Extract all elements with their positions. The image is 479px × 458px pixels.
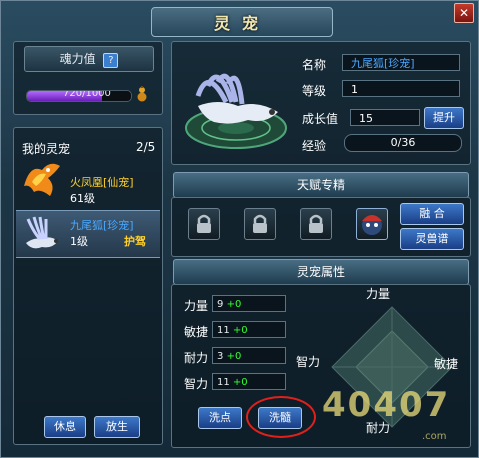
soul-header: 魂力值 ? (24, 46, 154, 72)
pet-level: 1级 (70, 235, 88, 248)
highlight-circle (246, 396, 316, 438)
attributes-panel: 力量 9 +0 敏捷 11 +0 耐力 3 +0 智力 11 +0 洗点 洗髓 (171, 284, 471, 448)
pet-list-count: 2/5 (136, 140, 156, 154)
stat-bonus: +0 (226, 299, 242, 310)
stat-bonus: +0 (232, 325, 248, 336)
talent-slot-3[interactable] (300, 208, 332, 240)
exp-label: 经验 (302, 139, 327, 153)
pet-portrait (178, 46, 294, 158)
growth-value: 15 (350, 109, 420, 126)
stat-bonus: +0 (226, 351, 242, 362)
release-button[interactable]: 放生 (94, 416, 140, 438)
radar-label-right: 敏捷 (434, 357, 459, 371)
stat-value: 11 (217, 377, 230, 388)
window-title: 灵宠 (151, 7, 333, 37)
soul-panel: 魂力值 ? 720/1000 (13, 41, 163, 115)
talent-header: 天赋专精 (173, 172, 469, 198)
rest-button[interactable]: 休息 (44, 416, 86, 438)
fox-avatar-icon (20, 213, 64, 253)
exp-value: 0/36 (390, 136, 416, 149)
phoenix-avatar-icon (20, 156, 64, 200)
watermark-text: 40407 (322, 385, 451, 425)
radar-label-top: 力量 (366, 287, 391, 301)
wash-points-button[interactable]: 洗点 (198, 407, 242, 429)
pet-info-panel: 名称 九尾狐[珍宠] 等级 1 成长值 15 提升 经验 0/36 (171, 41, 471, 165)
stat-strength: 9 +0 (212, 295, 286, 312)
exp-bar: 0/36 (344, 134, 462, 152)
lock-icon (197, 214, 211, 233)
stat-value: 3 (217, 351, 224, 362)
stat-value: 9 (217, 299, 224, 310)
soul-label: 魂力值 (59, 52, 96, 66)
stat-label-intellect: 智力 (184, 377, 209, 391)
pet-name: 火凤凰[仙宠] (70, 176, 134, 189)
soul-value: 720/1000 (63, 90, 111, 99)
watermark-suffix: .com (422, 431, 447, 442)
stat-value: 11 (217, 325, 230, 336)
upgrade-button[interactable]: 提升 (424, 107, 464, 129)
list-item[interactable]: 火凤凰[仙宠] 61级 (16, 154, 160, 205)
close-button[interactable]: ✕ (454, 3, 474, 23)
pet-name: 九尾狐[珍宠] (70, 219, 134, 232)
stat-label-agility: 敏捷 (184, 325, 209, 339)
talent-panel: 融 合 灵兽谱 (171, 197, 471, 257)
level-value: 1 (342, 80, 460, 97)
help-icon[interactable]: ? (103, 53, 119, 68)
gourd-icon[interactable] (136, 86, 148, 102)
growth-label: 成长值 (302, 112, 339, 126)
lock-icon (309, 214, 323, 233)
watermark: 40407 (322, 385, 450, 425)
talent-slot-1[interactable] (188, 208, 220, 240)
guard-badge: 护驾 (124, 235, 146, 248)
fuse-button[interactable]: 融 合 (400, 203, 464, 225)
talent-slot-2[interactable] (244, 208, 276, 240)
name-label: 名称 (302, 58, 327, 72)
stat-label-stamina: 耐力 (184, 351, 209, 365)
stat-stamina: 3 +0 (212, 347, 286, 364)
pet-window: 灵宠 ✕ 魂力值 ? 720/1000 我的灵宠 2/5 火凤凰[仙宠] 61级… (0, 0, 479, 458)
stat-bonus: +0 (232, 377, 248, 388)
pet-list-panel: 我的灵宠 2/5 火凤凰[仙宠] 61级 九尾狐[珍宠] 1级 护驾 休息 放生 (13, 127, 163, 445)
soul-bar: 720/1000 (26, 90, 132, 102)
stat-agility: 11 +0 (212, 321, 286, 338)
lock-icon (253, 214, 267, 233)
attributes-header: 灵宠属性 (173, 259, 469, 285)
list-item-selected[interactable]: 九尾狐[珍宠] 1级 护驾 (16, 210, 160, 258)
beast-avatar-icon[interactable] (356, 208, 388, 240)
beast-book-button[interactable]: 灵兽谱 (400, 228, 464, 250)
pet-level: 61级 (70, 192, 95, 205)
stat-intellect: 11 +0 (212, 373, 286, 390)
level-label: 等级 (302, 84, 327, 98)
radar-label-left: 智力 (296, 355, 321, 369)
stat-label-strength: 力量 (184, 299, 209, 313)
name-value: 九尾狐[珍宠] (342, 54, 460, 71)
